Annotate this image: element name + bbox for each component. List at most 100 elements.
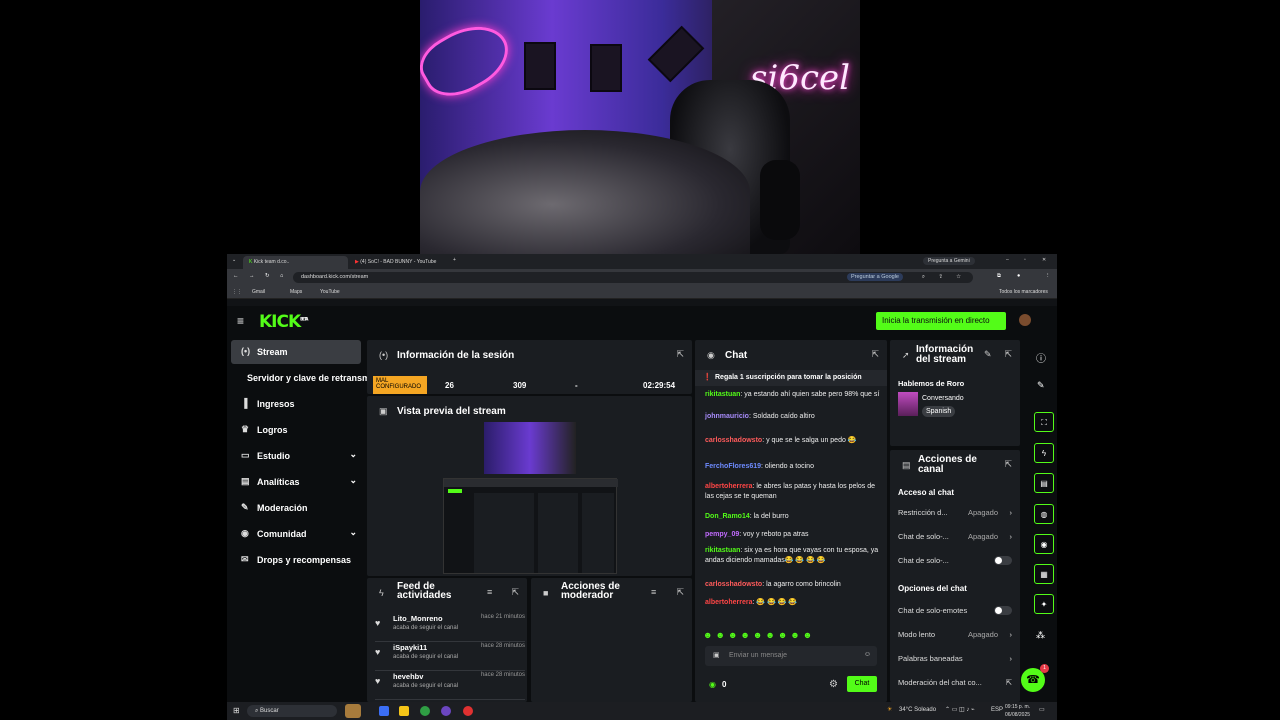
tab-kick[interactable]: K Kick team d.co..	[243, 256, 348, 269]
popout-icon[interactable]: ⇱	[511, 587, 519, 598]
chat-username[interactable]: pempy_09	[705, 531, 739, 538]
chat-moderation-row[interactable]: Moderación del chat co... ⇱	[898, 678, 1012, 690]
sidebar-item[interactable]: ♛ Logros	[231, 418, 361, 442]
restriction-row[interactable]: Restricción d... Apagado ›	[898, 508, 1012, 520]
extensions-icon[interactable]: ⧉	[997, 273, 1001, 280]
language-indicator[interactable]: ESP	[991, 707, 1003, 713]
weather-text[interactable]: 34°C Soleado	[899, 707, 936, 713]
chat-username[interactable]: carlosshadowsto	[705, 437, 762, 444]
sidebar-item[interactable]: ▐ Ingresos	[231, 392, 361, 416]
rail-button-lightning[interactable]: ϟ	[1034, 443, 1054, 463]
avatar[interactable]	[1019, 314, 1031, 326]
chat-message[interactable]: carlosshadowsto: la agarro como brincoli…	[705, 580, 881, 590]
back-icon[interactable]: ←	[233, 273, 239, 279]
go-live-button[interactable]: Inicia la transmisión en directo	[876, 312, 1006, 330]
bookmark-star-icon[interactable]: ☆	[956, 274, 961, 280]
rail-button-list[interactable]: ▦	[1034, 564, 1054, 584]
chat-username[interactable]: Don_Ramo14	[705, 513, 750, 520]
gemini-button[interactable]: Pregunta a Gemini	[923, 257, 975, 265]
chat-username[interactable]: carlosshadowsto	[705, 581, 762, 588]
profile-icon[interactable]: ●	[1017, 273, 1020, 279]
rail-button-broadcast[interactable]: ◉	[1034, 534, 1054, 554]
chat-message[interactable]: albertoherrera: le abres las patas y has…	[705, 482, 881, 502]
sidebar-item[interactable]: ▭ Estudio ⌄	[231, 444, 361, 468]
bookmark-gmail[interactable]: Gmail	[252, 289, 265, 295]
obs-icon[interactable]	[463, 706, 473, 716]
chrome-icon[interactable]	[420, 706, 430, 716]
feed-item[interactable]: ♥ Lito_Monreno hace 21 minutos acaba de seg…	[375, 614, 525, 642]
chat-input[interactable]: ▣ Enviar un mensaje ☺	[705, 646, 877, 666]
chat-settings-icon[interactable]: ⚙	[829, 679, 838, 690]
filter-icon[interactable]: ≡	[487, 587, 492, 597]
emote-bar[interactable]: ☻☻☻☻☻☻☻☻☻	[703, 630, 879, 642]
zoom-icon[interactable]: ⌕	[922, 274, 925, 281]
chat-message[interactable]: Don_Ramo14: la del burro	[705, 512, 881, 522]
folder-icon[interactable]	[399, 706, 409, 716]
chat-message[interactable]: carlosshadowsto: y que se le salga un pe…	[705, 436, 881, 446]
rail-button-chat[interactable]: ◍	[1034, 504, 1054, 524]
chat-username[interactable]: albertoherrera	[705, 599, 752, 606]
sidebar-item[interactable]: (•) Stream	[231, 340, 361, 364]
app-icon[interactable]	[379, 706, 389, 716]
hamburger-menu-icon[interactable]: ≡	[237, 314, 244, 328]
close-icon[interactable]: ✕	[1042, 257, 1046, 263]
chat-username[interactable]: albertoherrera	[705, 483, 752, 490]
banned-words-row[interactable]: Palabras baneadas ›	[898, 654, 1012, 666]
slow-mode-row[interactable]: Modo lento Apagado ›	[898, 630, 1012, 642]
chat-username[interactable]: johnmauricio	[705, 413, 749, 420]
home-icon[interactable]: ⌂	[280, 273, 283, 279]
share-icon[interactable]: ⇪	[938, 274, 943, 280]
popout-icon[interactable]: ⇱	[676, 587, 684, 598]
bookmark-maps[interactable]: Maps	[290, 289, 302, 295]
all-bookmarks[interactable]: Todos los marcadores	[999, 289, 1048, 295]
popout-icon[interactable]: ⇱	[871, 349, 879, 360]
chat-username[interactable]: rikitastuan	[705, 547, 740, 554]
chat-message[interactable]: rikitastuan: ya estando ahí quien sabe p…	[705, 390, 881, 400]
sidebar-item[interactable]: ◉ Comunidad ⌄	[231, 522, 361, 546]
emote-only-toggle[interactable]	[994, 606, 1012, 615]
emoji-icon[interactable]: ☺	[864, 651, 871, 658]
chat-username[interactable]: rikitastuan	[705, 391, 740, 398]
share-nodes-icon[interactable]: ⁂	[1036, 630, 1045, 641]
widget-character-icon[interactable]	[345, 704, 361, 718]
follower-only-toggle[interactable]	[994, 556, 1012, 565]
sub-only-row[interactable]: Chat de solo-... Apagado ›	[898, 532, 1012, 544]
taskbar-search[interactable]: ⌕ Buscar	[247, 705, 337, 717]
sidebar-item[interactable]: ✉ Drops y recompensas	[231, 548, 361, 572]
rail-button-doc[interactable]: ▤	[1034, 473, 1054, 493]
forward-icon[interactable]: →	[249, 273, 255, 279]
apps-icon[interactable]: ⋮⋮	[232, 289, 242, 295]
rail-button-wrench[interactable]: ✦	[1034, 594, 1054, 614]
windows-start-icon[interactable]: ⊞	[233, 706, 240, 715]
sidebar-item[interactable]: ▤ Analíticas ⌄	[231, 470, 361, 494]
maximize-icon[interactable]: ▫	[1024, 257, 1026, 263]
minimize-icon[interactable]: –	[1006, 257, 1009, 263]
tray-icons[interactable]: ⌃ ▭ ◫ ♪ ⌁	[945, 706, 975, 713]
pinned-message[interactable]: ❗ Regala 1 suscripción para tomar la pos…	[695, 370, 887, 386]
popout-icon[interactable]: ⇱	[1004, 459, 1012, 470]
chat-message[interactable]: FerchoFlores619: oliendo a tocino	[705, 462, 881, 472]
chat-message[interactable]: albertoherrera: 😂 😂 😂 😂	[705, 598, 881, 608]
tab-search-icon[interactable]: ⌄	[232, 257, 236, 263]
app-icon[interactable]	[441, 706, 451, 716]
bookmark-youtube[interactable]: YouTube	[320, 289, 340, 295]
url-field[interactable]: dashboard.kick.com/stream Preguntar a Go…	[293, 272, 973, 283]
tab-youtube[interactable]: ▶ (4) SoC! - BAD BUNNY - YouTube	[349, 256, 454, 269]
menu-kebab-icon[interactable]: ⋮	[1045, 273, 1051, 279]
filter-icon[interactable]: ≡	[651, 587, 656, 597]
sidebar-item[interactable]: ✎ Moderación	[231, 496, 361, 520]
chat-username[interactable]: FerchoFlores619	[705, 463, 761, 470]
popout-icon[interactable]: ⇱	[1004, 349, 1012, 360]
chat-message[interactable]: johnmauricio: Soldado caído altiro	[705, 412, 881, 422]
new-tab-icon[interactable]: +	[453, 257, 456, 263]
sidebar-item[interactable]: Servidor y clave de retransmisión	[231, 366, 391, 390]
chat-message[interactable]: pempy_09: voy y reboto pa atras	[705, 530, 881, 540]
rail-button-expand[interactable]: ⛶	[1034, 412, 1054, 432]
chat-message[interactable]: rikitastuan: six ya es hora que vayas co…	[705, 546, 881, 566]
send-chat-button[interactable]: Chat	[847, 676, 877, 692]
ask-google-button[interactable]: Preguntar a Google	[846, 273, 903, 281]
info-icon[interactable]: ⓘ	[1036, 350, 1046, 365]
reload-icon[interactable]: ↻	[265, 273, 270, 279]
feed-item[interactable]: ♥ iSpayki11 hace 28 minutos acaba de seguir…	[375, 643, 525, 671]
edit-icon[interactable]: ✎	[984, 349, 992, 360]
